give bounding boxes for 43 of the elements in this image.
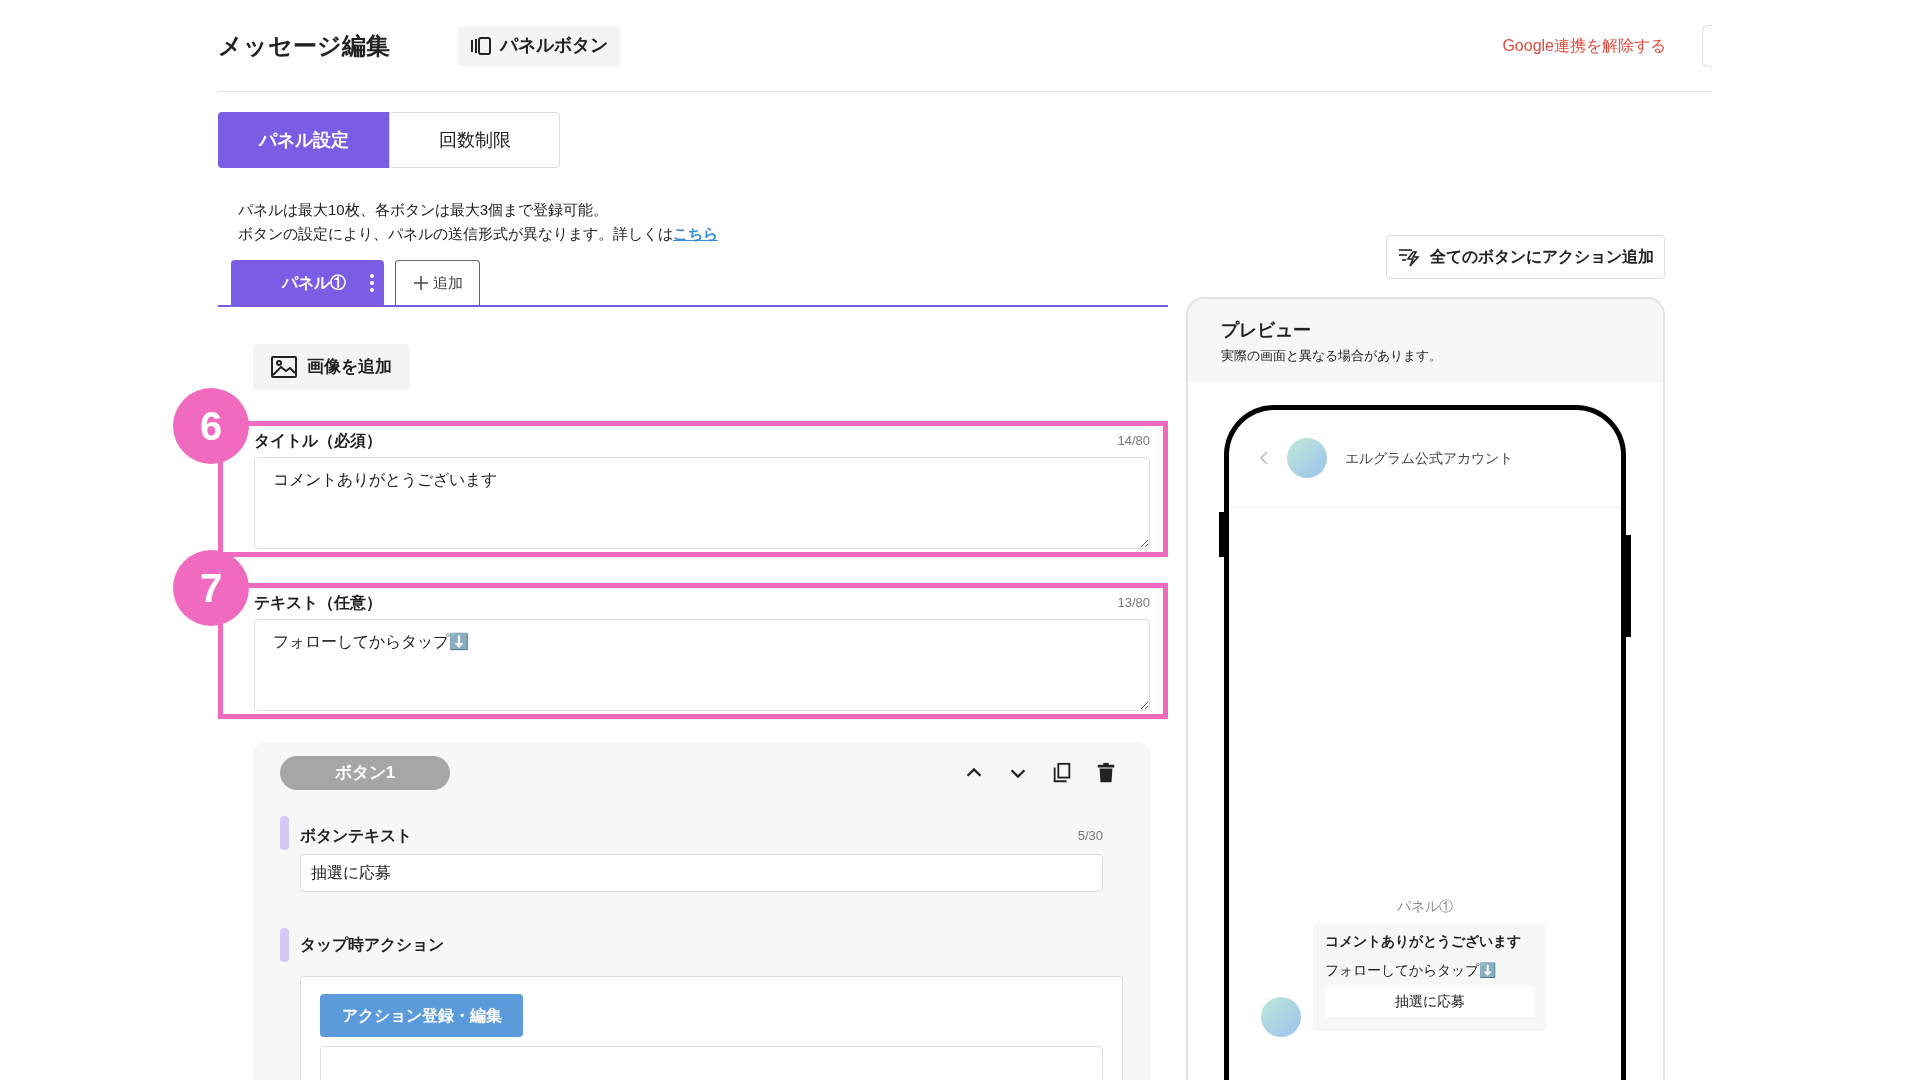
message-title: コメントありがとうございます xyxy=(1325,931,1522,951)
button-text-input[interactable]: 抽選に応募 xyxy=(300,854,1103,892)
trash-icon[interactable] xyxy=(1095,762,1117,784)
panel-tab[interactable]: パネル① xyxy=(231,260,384,305)
details-link[interactable]: こちら xyxy=(673,222,718,246)
preview-title: プレビュー xyxy=(1221,319,1312,342)
preview-subtitle: 実際の画面と異なる場合があります。 xyxy=(1221,347,1443,365)
image-icon xyxy=(271,356,297,378)
text-area[interactable]: フォローしてからタップ⬇ xyxy=(254,619,1150,711)
lightning-list-icon xyxy=(1397,247,1420,267)
note-text: ボタンの設定により、パネルの送信形式が異なります。詳しくは xyxy=(238,224,673,244)
page-title: メッセージ編集 xyxy=(218,30,390,61)
field-label: ボタンテキスト xyxy=(300,826,412,846)
section-accent-bar xyxy=(280,816,289,850)
note-text: パネルは最大10枚、各ボタンは最大3個まで登録可能。 xyxy=(238,200,610,220)
panel-icon xyxy=(470,35,492,56)
add-image-button[interactable]: 画像を追加 xyxy=(253,344,410,390)
add-panel-tab[interactable]: 追加 xyxy=(395,260,480,305)
settings-tab[interactable]: パネル設定 xyxy=(218,112,389,168)
panel-button-tag[interactable]: パネルボタン xyxy=(458,25,620,66)
char-count: 5/30 xyxy=(1077,827,1103,846)
step-badge: 7 xyxy=(173,550,249,626)
kebab-menu-icon[interactable] xyxy=(370,273,374,292)
plus-icon xyxy=(412,275,429,291)
field-label: タップ時アクション xyxy=(300,935,444,955)
step-badge: 6 xyxy=(173,388,249,464)
field-label: タイトル（必須） xyxy=(254,431,382,451)
message-button[interactable]: 抽選に応募 xyxy=(1325,986,1534,1017)
field-label: テキスト（任意） xyxy=(254,593,382,613)
char-count: 14/80 xyxy=(1117,432,1150,451)
char-count: 13/80 xyxy=(1117,594,1150,613)
avatar xyxy=(1287,438,1327,478)
settings-tab[interactable]: 回数制限 xyxy=(389,112,560,168)
section-accent-bar xyxy=(280,928,289,962)
copy-icon[interactable] xyxy=(1051,762,1073,784)
panel-label: パネル① xyxy=(1397,896,1453,916)
message-text: フォローしてからタップ⬇ xyxy=(1325,960,1497,980)
bulk-action-button[interactable]: 全てのボタンにアクション追加 xyxy=(1386,235,1665,279)
google-unlink-link[interactable]: Google連携を解除する xyxy=(1502,33,1666,58)
account-name: エルグラム公式アカウント xyxy=(1345,448,1513,468)
text-area[interactable]: コメントありがとうございます xyxy=(254,457,1150,549)
button-name-pill: ボタン1 xyxy=(280,756,450,790)
avatar xyxy=(1261,996,1301,1037)
